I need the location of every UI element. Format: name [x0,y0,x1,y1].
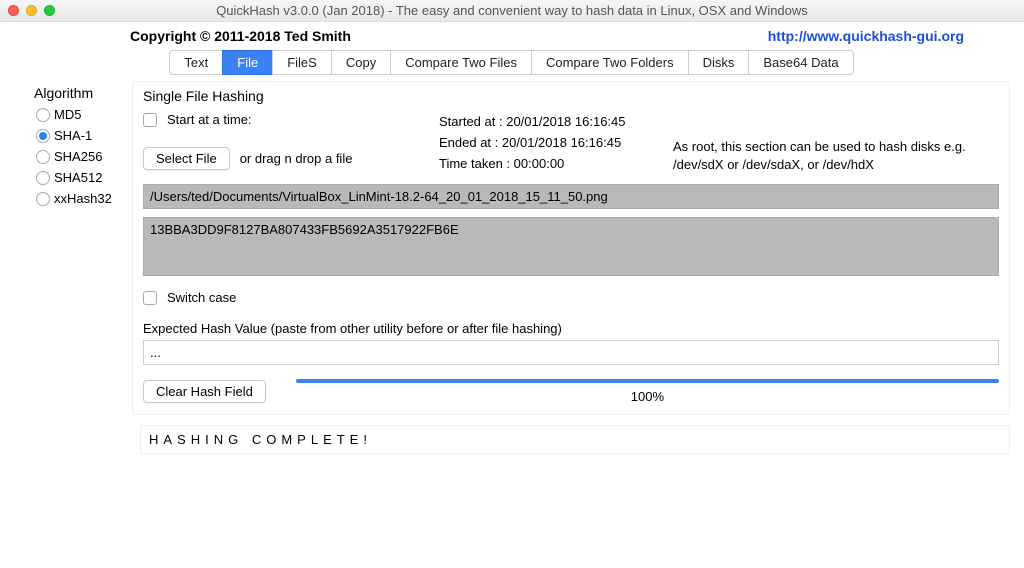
algorithm-sidebar: Algorithm MD5 SHA-1 SHA256 SHA512 xxHash… [14,81,124,415]
copyright-text: Copyright © 2011-2018 Ted Smith [130,28,351,44]
radio-icon [36,108,50,122]
website-link[interactable]: http://www.quickhash-gui.org [768,28,964,44]
algo-label: MD5 [54,107,81,122]
algo-label: SHA256 [54,149,102,164]
radio-icon [36,192,50,206]
progress-bar [296,379,999,383]
started-label: Started at : [439,114,503,129]
algo-sha256[interactable]: SHA256 [36,149,124,164]
algo-label: xxHash32 [54,191,112,206]
tab-disks[interactable]: Disks [688,50,750,75]
tab-bar: Text File FileS Copy Compare Two Files C… [0,50,1024,75]
tab-copy[interactable]: Copy [331,50,391,75]
status-bar: HASHING COMPLETE! [140,425,1010,454]
algo-md5[interactable]: MD5 [36,107,124,122]
tab-text[interactable]: Text [169,50,223,75]
titlebar: QuickHash v3.0.0 (Jan 2018) - The easy a… [0,0,1024,22]
progress: 100% [296,379,999,404]
algo-xxhash32[interactable]: xxHash32 [36,191,124,206]
algo-sha512[interactable]: SHA512 [36,170,124,185]
sidebar-title: Algorithm [34,85,124,101]
select-file-button[interactable]: Select File [143,147,230,170]
panel-title: Single File Hashing [143,88,999,104]
file-path-display[interactable]: /Users/ted/Documents/VirtualBox_LinMint-… [143,184,999,209]
progress-percent: 100% [296,389,999,404]
start-at-label: Start at a time: [167,112,252,127]
expected-hash-label: Expected Hash Value (paste from other ut… [143,321,999,336]
start-at-time[interactable]: Start at a time: [143,112,393,127]
file-panel: Single File Hashing Start at a time: Sel… [132,81,1010,415]
algo-label: SHA-1 [54,128,92,143]
tab-file[interactable]: File [222,50,273,75]
tab-base64[interactable]: Base64 Data [748,50,853,75]
checkbox-icon [143,113,157,127]
tab-compare-files[interactable]: Compare Two Files [390,50,532,75]
window-title: QuickHash v3.0.0 (Jan 2018) - The easy a… [0,3,1024,18]
tab-compare-folders[interactable]: Compare Two Folders [531,50,689,75]
main-area: Algorithm MD5 SHA-1 SHA256 SHA512 xxHash… [0,81,1024,415]
started-value: 20/01/2018 16:16:45 [506,114,625,129]
switch-case-label: Switch case [167,290,236,305]
radio-icon [36,171,50,185]
header: Copyright © 2011-2018 Ted Smith http://w… [0,22,1024,48]
switch-case[interactable]: Switch case [143,290,999,305]
algo-label: SHA512 [54,170,102,185]
expected-hash-input[interactable] [143,340,999,365]
radio-icon [36,150,50,164]
drag-hint: or drag n drop a file [240,151,353,166]
hash-output[interactable]: 13BBA3DD9F8127BA807433FB5692A3517922FB6E [143,217,999,276]
ended-value: 20/01/2018 16:16:45 [502,135,621,150]
algo-sha1[interactable]: SHA-1 [36,128,124,143]
checkbox-icon [143,291,157,305]
radio-icon [36,129,50,143]
tab-files[interactable]: FileS [272,50,332,75]
timing-info: Started at : 20/01/2018 16:16:45 Ended a… [439,112,626,174]
root-note: As root, this section can be used to has… [673,138,1013,174]
ended-label: Ended at : [439,135,498,150]
time-taken-value: 00:00:00 [514,156,565,171]
clear-hash-button[interactable]: Clear Hash Field [143,380,266,403]
time-taken-label: Time taken : [439,156,510,171]
